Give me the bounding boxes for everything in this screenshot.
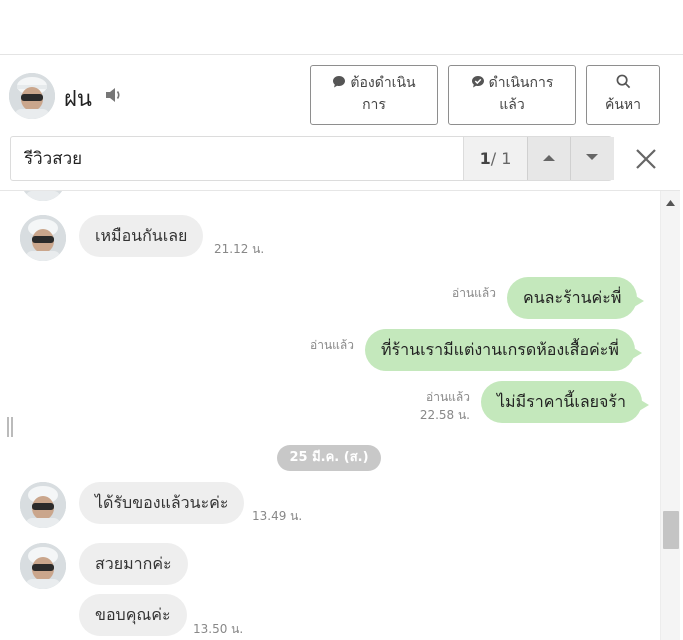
pending-button[interactable]: ต้องดำเนิน การ [310, 65, 438, 125]
message-bubble-outgoing[interactable]: คนละร้านค่ะพี่ [507, 277, 645, 319]
next-result-button[interactable] [570, 137, 614, 180]
result-total: / 1 [490, 149, 512, 168]
message-time: 22.58 น. [419, 408, 470, 422]
contact-name: ฝน [64, 87, 92, 112]
message-time: 21.12 น. [214, 242, 265, 256]
contact-avatar-small [20, 191, 66, 201]
magnifier-icon [616, 74, 630, 89]
resize-grip[interactable] [7, 417, 15, 437]
date-separator: 25 มี.ค. (ส.) [277, 445, 381, 471]
avatar-photo [20, 191, 66, 201]
message-time: 13.50 น. [193, 622, 244, 636]
chat-scrollbar[interactable] [660, 191, 680, 640]
avatar-photo [20, 215, 66, 261]
done-label-line2: แล้ว [499, 97, 525, 113]
read-receipt: อ่านแล้ว [426, 390, 470, 404]
speech-bubble-icon [333, 76, 346, 88]
result-current: 1 [479, 149, 491, 168]
contact-avatar-small [20, 543, 66, 589]
caret-down-icon [586, 154, 598, 160]
message-bubble-outgoing[interactable]: ไม่มีราคานี้เลยจร้า [481, 381, 649, 423]
search-button-label: ค้นหา [604, 97, 642, 113]
avatar-photo [20, 543, 66, 589]
avatar-photo [9, 73, 55, 119]
search-input[interactable] [11, 137, 463, 180]
top-bar [0, 0, 683, 55]
search-bar: 1/ 1 [10, 136, 614, 181]
result-counter: 1/ 1 [463, 137, 527, 180]
message-bubble-incoming[interactable]: ได้รับของแล้วนะค่ะ [79, 482, 245, 524]
done-button[interactable]: ดำเนินการ แล้ว [448, 65, 576, 125]
message-bubble-outgoing[interactable]: ที่ร้านเรามีแต่งานเกรดห้องเสื้อค่ะพี่ [365, 329, 642, 371]
chat-header: ฝน ต้องดำเนิน การ ดำเนินการ แล้ว ค้นหา [0, 55, 680, 135]
previous-result-button[interactable] [527, 137, 571, 180]
scroll-thumb[interactable] [663, 511, 679, 549]
done-label-line1: ดำเนินการ [488, 75, 554, 91]
message-bubble-incoming[interactable]: ขอบคุณค่ะ [79, 594, 187, 636]
contact-avatar-small [20, 215, 66, 261]
speaker-icon[interactable] [104, 86, 124, 104]
caret-up-icon [543, 155, 555, 161]
close-icon[interactable] [630, 143, 662, 175]
message-time: 13.49 น. [252, 509, 303, 523]
contact-avatar-small [20, 482, 66, 528]
message-bubble-incoming[interactable]: สวยมากค่ะ [79, 543, 188, 585]
message-bubble-incoming[interactable]: เหมือนกันเลย [79, 215, 204, 257]
contact-avatar[interactable] [9, 73, 55, 119]
message-list[interactable]: เหมือนกันเลย 21.12 น. อ่านแล้ว คนละร้านค… [0, 191, 660, 640]
search-button[interactable]: ค้นหา [586, 65, 660, 125]
check-bubble-icon [471, 76, 484, 88]
read-receipt: อ่านแล้ว [452, 286, 496, 300]
pending-label-line2: การ [362, 97, 386, 113]
avatar-photo [20, 482, 66, 528]
scroll-up-icon[interactable] [666, 200, 675, 206]
read-receipt: อ่านแล้ว [310, 338, 354, 352]
pending-label-line1: ต้องดำเนิน [350, 75, 416, 91]
